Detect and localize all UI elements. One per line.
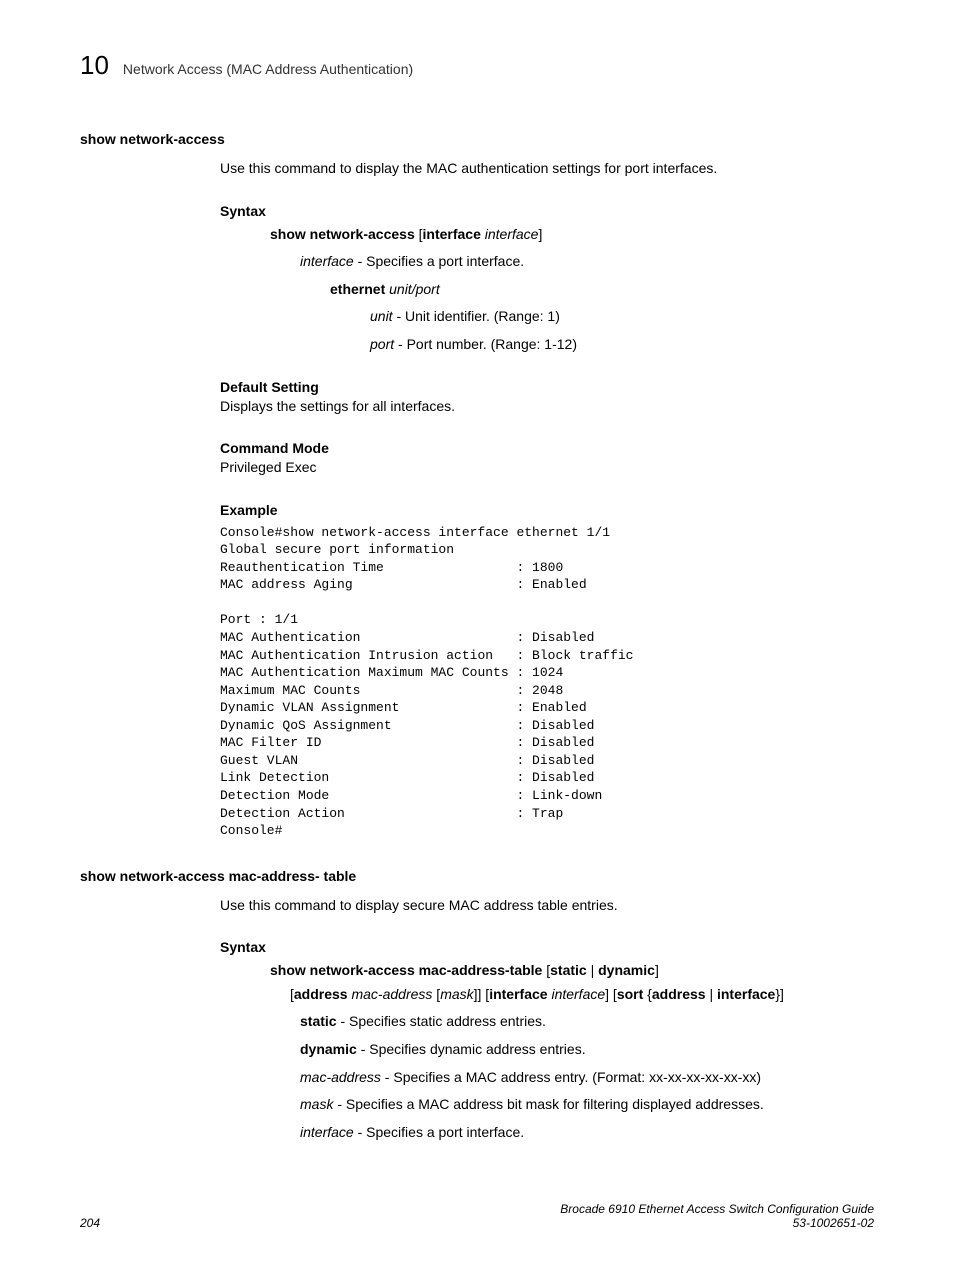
param-dynamic: dynamic - Specifies dynamic address entr… — [300, 1040, 874, 1060]
param-ethernet: ethernet unit/port — [330, 280, 874, 300]
example-code-block: Console#show network-access interface et… — [220, 524, 874, 840]
param-port: port - Port number. (Range: 1-12) — [370, 335, 874, 355]
param-interface: interface - Specifies a port interface. — [300, 252, 874, 272]
syntax-line: show network-access [interface interface… — [270, 225, 874, 245]
default-setting-heading: Default Setting — [220, 379, 874, 395]
section-title-mac-address-table: show network-access mac-address- table — [80, 868, 874, 884]
page-footer: 204 Brocade 6910 Ethernet Access Switch … — [80, 1202, 874, 1230]
chapter-title: Network Access (MAC Address Authenticati… — [123, 61, 413, 77]
section-title-show-network-access: show network-access — [80, 131, 874, 147]
syntax-heading: Syntax — [220, 203, 874, 219]
doc-title: Brocade 6910 Ethernet Access Switch Conf… — [560, 1202, 874, 1230]
command-mode-text: Privileged Exec — [220, 458, 874, 478]
syntax2-line2: [address mac-address [mask]] [interface … — [290, 985, 874, 1005]
param-mac-address: mac-address - Specifies a MAC address en… — [300, 1068, 874, 1088]
syntax2-heading: Syntax — [220, 939, 874, 955]
param-unit: unit - Unit identifier. (Range: 1) — [370, 307, 874, 327]
param-static: static - Specifies static address entrie… — [300, 1012, 874, 1032]
page-number: 204 — [80, 1216, 100, 1230]
param-interface2: interface - Specifies a port interface. — [300, 1123, 874, 1143]
example-heading: Example — [220, 502, 874, 518]
page-header: 10 Network Access (MAC Address Authentic… — [80, 50, 874, 81]
syntax2-line1: show network-access mac-address-table [s… — [270, 961, 874, 981]
command-mode-heading: Command Mode — [220, 440, 874, 456]
param-mask: mask - Specifies a MAC address bit mask … — [300, 1095, 874, 1115]
section-description: Use this command to display the MAC auth… — [220, 159, 874, 179]
chapter-number: 10 — [80, 50, 109, 81]
section2-description: Use this command to display secure MAC a… — [220, 896, 874, 916]
default-setting-text: Displays the settings for all interfaces… — [220, 397, 874, 417]
